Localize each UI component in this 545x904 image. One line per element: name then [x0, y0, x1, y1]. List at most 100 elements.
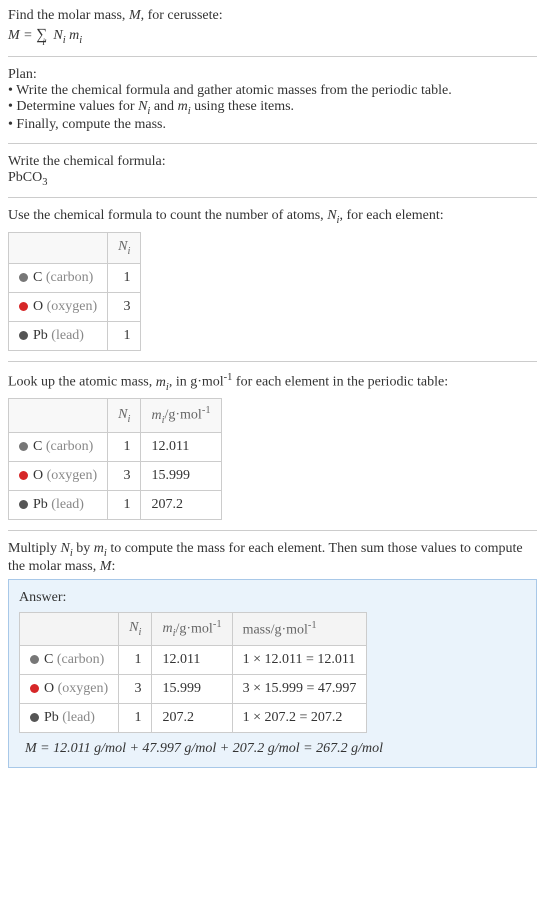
- molar-mass-formula: M = ∑i Ni mi: [8, 26, 537, 46]
- ni-cell: 1: [119, 704, 152, 733]
- answer-table: Ni mi/g·mol-1 mass/g·mol-1 C (carbon) 1 …: [19, 612, 367, 733]
- element-symbol: C: [44, 652, 53, 667]
- element-name: (carbon): [46, 439, 93, 454]
- plan-item-3: • Finally, compute the mass.: [8, 117, 537, 133]
- count-section: Use the chemical formula to count the nu…: [8, 208, 537, 351]
- col-element: [20, 612, 119, 645]
- element-cell: C (carbon): [9, 263, 108, 292]
- element-symbol: O: [44, 681, 54, 696]
- element-cell: Pb (lead): [9, 490, 108, 519]
- table-row: C (carbon) 1 12.011: [9, 432, 222, 461]
- ni-cell: 1: [108, 321, 141, 350]
- divider: [8, 530, 537, 531]
- dot-icon: [19, 302, 28, 311]
- count-table: Ni C (carbon) 1 O (oxygen) 3 Pb (lead) 1: [8, 232, 141, 351]
- divider: [8, 197, 537, 198]
- table-header-row: Ni: [9, 233, 141, 264]
- dot-icon: [19, 500, 28, 509]
- final-equation: M = 12.011 g/mol + 47.997 g/mol + 207.2 …: [19, 741, 526, 757]
- element-name: (lead): [51, 497, 84, 512]
- col-ni: Ni: [119, 612, 152, 645]
- element-name: (oxygen): [58, 681, 109, 696]
- element-name: (oxygen): [47, 299, 98, 314]
- count-title: Use the chemical formula to count the nu…: [8, 208, 537, 226]
- dot-icon: [19, 471, 28, 480]
- col-ni: Ni: [108, 233, 141, 264]
- table-header-row: Ni mi/g·mol-1: [9, 399, 222, 432]
- element-name: (oxygen): [47, 468, 98, 483]
- mass-table: Ni mi/g·mol-1 C (carbon) 1 12.011 O (oxy…: [8, 398, 222, 519]
- mi-cell: 15.999: [152, 675, 232, 704]
- element-symbol: Pb: [33, 497, 48, 512]
- mi-cell: 207.2: [152, 704, 232, 733]
- element-cell: Pb (lead): [9, 321, 108, 350]
- element-name: (carbon): [57, 652, 104, 667]
- table-row: C (carbon) 1 12.011 1 × 12.011 = 12.011: [20, 646, 367, 675]
- col-mass: mass/g·mol-1: [232, 612, 367, 645]
- element-cell: C (carbon): [20, 646, 119, 675]
- col-element: [9, 399, 108, 432]
- plan-item-1: • Write the chemical formula and gather …: [8, 83, 537, 99]
- element-symbol: C: [33, 270, 42, 285]
- ni-cell: 3: [108, 292, 141, 321]
- mass-cell: 1 × 207.2 = 207.2: [232, 704, 367, 733]
- element-symbol: Pb: [44, 710, 59, 725]
- element-symbol: Pb: [33, 328, 48, 343]
- ni-cell: 3: [108, 461, 141, 490]
- table-row: O (oxygen) 3: [9, 292, 141, 321]
- intro: Find the molar mass, M, for cerussete: M…: [8, 8, 537, 46]
- mi-cell: 207.2: [141, 490, 221, 519]
- mi-cell: 12.011: [152, 646, 232, 675]
- table-header-row: Ni mi/g·mol-1 mass/g·mol-1: [20, 612, 367, 645]
- col-element: [9, 233, 108, 264]
- element-cell: C (carbon): [9, 432, 108, 461]
- divider: [8, 143, 537, 144]
- table-row: O (oxygen) 3 15.999 3 × 15.999 = 47.997: [20, 675, 367, 704]
- table-row: Pb (lead) 1 207.2: [9, 490, 222, 519]
- plan-section: Plan: • Write the chemical formula and g…: [8, 67, 537, 133]
- mi-cell: 15.999: [141, 461, 221, 490]
- element-cell: O (oxygen): [20, 675, 119, 704]
- dot-icon: [19, 442, 28, 451]
- chem-formula-section: Write the chemical formula: PbCO3: [8, 154, 537, 188]
- answer-label: Answer:: [19, 590, 526, 606]
- chem-formula-title: Write the chemical formula:: [8, 154, 537, 170]
- plan-item-2: • Determine values for Ni and mi using t…: [8, 99, 537, 117]
- col-ni: Ni: [108, 399, 141, 432]
- dot-icon: [30, 713, 39, 722]
- table-row: O (oxygen) 3 15.999: [9, 461, 222, 490]
- divider: [8, 361, 537, 362]
- plan-title: Plan:: [8, 67, 537, 83]
- dot-icon: [30, 684, 39, 693]
- mass-cell: 1 × 12.011 = 12.011: [232, 646, 367, 675]
- ni-cell: 1: [108, 490, 141, 519]
- element-name: (carbon): [46, 270, 93, 285]
- multiply-section: Multiply Ni by mi to compute the mass fo…: [8, 541, 537, 575]
- col-mi: mi/g·mol-1: [141, 399, 221, 432]
- mass-section: Look up the atomic mass, mi, in g·mol-1 …: [8, 372, 537, 520]
- multiply-text: Multiply Ni by mi to compute the mass fo…: [8, 541, 537, 575]
- dot-icon: [30, 655, 39, 664]
- ni-cell: 1: [108, 432, 141, 461]
- intro-line1: Find the molar mass, M, for cerussete:: [8, 8, 537, 24]
- element-symbol: O: [33, 299, 43, 314]
- element-name: (lead): [62, 710, 95, 725]
- dot-icon: [19, 331, 28, 340]
- mass-title: Look up the atomic mass, mi, in g·mol-1 …: [8, 372, 537, 392]
- ni-cell: 1: [119, 646, 152, 675]
- table-row: Pb (lead) 1 207.2 1 × 207.2 = 207.2: [20, 704, 367, 733]
- table-row: C (carbon) 1: [9, 263, 141, 292]
- ni-cell: 1: [108, 263, 141, 292]
- answer-box: Answer: Ni mi/g·mol-1 mass/g·mol-1 C (ca…: [8, 579, 537, 768]
- element-name: (lead): [51, 328, 84, 343]
- chem-formula-value: PbCO3: [8, 170, 537, 188]
- table-row: Pb (lead) 1: [9, 321, 141, 350]
- element-symbol: C: [33, 439, 42, 454]
- mi-cell: 12.011: [141, 432, 221, 461]
- ni-cell: 3: [119, 675, 152, 704]
- divider: [8, 56, 537, 57]
- mass-cell: 3 × 15.999 = 47.997: [232, 675, 367, 704]
- element-cell: O (oxygen): [9, 292, 108, 321]
- col-mi: mi/g·mol-1: [152, 612, 232, 645]
- element-cell: Pb (lead): [20, 704, 119, 733]
